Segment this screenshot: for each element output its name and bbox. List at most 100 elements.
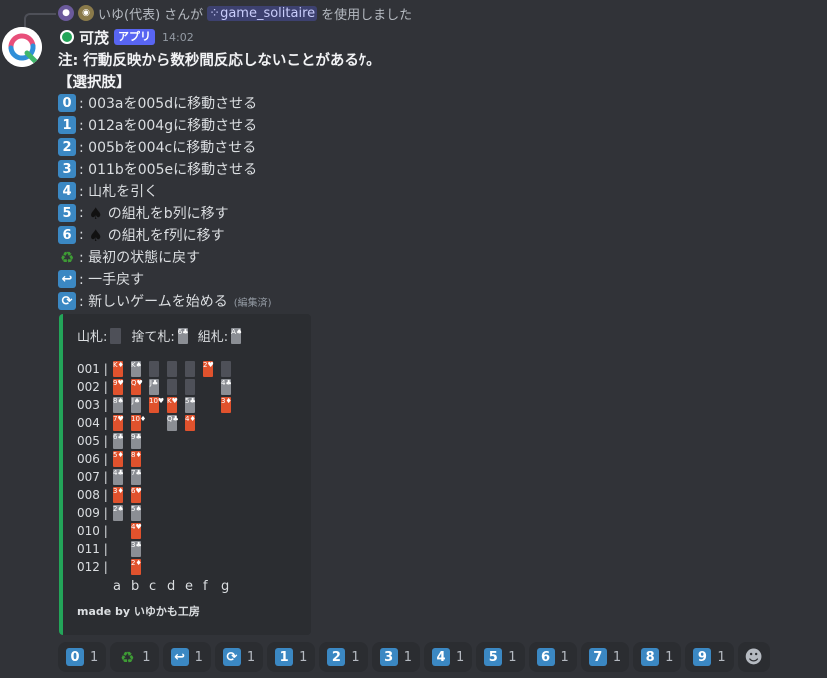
row-label: 009 | xyxy=(77,506,108,520)
row-label: 007 | xyxy=(77,470,108,484)
option-line: 0: 003aを005dに移動させる xyxy=(58,92,381,114)
timestamp[interactable]: 14:02 xyxy=(162,31,194,44)
undo-icon: ↩ xyxy=(170,648,189,666)
reply-reference[interactable]: ● ◉ いゆ(代表) さんが ⁘game_solitaire を使用しました xyxy=(58,4,413,23)
row-label: 003 | xyxy=(77,398,108,412)
options-list: 0: 003aを005dに移動させる 1: 012aを004gに移動させる 2: 0… xyxy=(58,92,381,246)
stock-label: 山札: xyxy=(77,330,108,345)
extra-options-list: ♻: 最初の状態に戻す ↩: 一手戻す ⟳: 新しいゲームを始める (編集済) xyxy=(58,246,381,312)
app-command-icon: ⁘ xyxy=(209,5,221,21)
tableau-card: 3♣ xyxy=(131,541,142,557)
extra-option-text: : 一手戻す xyxy=(79,272,145,288)
reaction-button[interactable]: ♻ 1 xyxy=(110,642,159,672)
option-text: : 005bを004cに移動させる xyxy=(79,140,257,156)
keycap-5-icon: 5 xyxy=(484,648,503,666)
keycap-1-icon: 1 xyxy=(58,116,76,134)
online-status-icon xyxy=(60,30,74,44)
note-line: 注: 行動反映から数秒間反応しないことがあるｹ。 xyxy=(58,48,381,70)
reply-text-end: を使用しました xyxy=(321,7,413,23)
reply-text-mid: さんが xyxy=(164,7,204,23)
tableau-card: 8♠ xyxy=(113,397,124,413)
note-text: 注: 行動反映から数秒間反応しないことがあるｹ。 xyxy=(58,52,381,69)
add-reaction-button[interactable]: ☻ xyxy=(737,642,770,672)
row-label: 004 | xyxy=(77,416,108,430)
reaction-button[interactable]: 81 xyxy=(633,642,682,672)
reaction-count: 1 xyxy=(351,649,360,665)
reaction-button[interactable]: ↩ 1 xyxy=(162,642,211,672)
tableau-card: Q♣ xyxy=(167,415,179,431)
reaction-button[interactable]: 41 xyxy=(423,642,473,672)
reaction-button[interactable]: 31 xyxy=(371,642,420,672)
extra-option-text: : 最初の状態に戻す xyxy=(79,250,201,266)
tableau-card: 4♣ xyxy=(221,379,232,395)
row-label: 006 | xyxy=(77,452,108,466)
author-avatar-logo-icon xyxy=(2,27,42,67)
keycap-6-icon: 6 xyxy=(536,648,555,666)
waste-card: 6♣ xyxy=(177,327,189,344)
add-reaction-icon: ☻ xyxy=(744,646,764,668)
embed-piles-line: 山札: 捨て札: 6♣ 組札: A♠ xyxy=(77,326,242,345)
face-down-card xyxy=(185,379,195,395)
keycap-0-icon: 0 xyxy=(58,94,76,112)
replied-user-avatar[interactable]: ● xyxy=(58,5,74,21)
tableau-card: 9♣ xyxy=(131,433,142,449)
column-label: b xyxy=(131,579,140,594)
option-prefix: : xyxy=(79,205,84,221)
reaction-count: 1 xyxy=(142,649,151,665)
reaction-count: 1 xyxy=(508,649,517,665)
row-label: 011 | xyxy=(77,542,108,556)
extra-option-text: : 新しいゲームを始める xyxy=(79,294,228,310)
face-down-card xyxy=(167,361,177,377)
app-badge: アプリ xyxy=(114,29,156,45)
embed-footer: made by いゆかも工房 xyxy=(77,605,200,618)
tableau-card: 7♣ xyxy=(131,469,142,485)
option-line: 4: 山札を引く xyxy=(58,180,381,202)
reaction-button[interactable]: 11 xyxy=(267,642,316,672)
tableau-card: 5♣ xyxy=(185,397,196,413)
waste-label: 捨て札: xyxy=(131,330,175,345)
message-header: 可茂 アプリ 14:02 xyxy=(60,26,194,48)
row-label: 002 | xyxy=(77,380,108,394)
tableau-card: 2♥ xyxy=(203,361,214,377)
reaction-button[interactable]: 01 xyxy=(58,642,107,672)
reaction-button[interactable]: 21 xyxy=(319,642,368,672)
keycap-2-icon: 2 xyxy=(327,648,346,666)
tableau-card: 4♥ xyxy=(131,523,142,539)
option-line: 2: 005bを004cに移動させる xyxy=(58,136,381,158)
extra-option-line: ♻: 最初の状態に戻す xyxy=(58,246,381,268)
undo-icon: ↩ xyxy=(58,270,76,288)
edited-label: (編集済) xyxy=(233,297,272,309)
keycap-5-icon: 5 xyxy=(58,204,76,222)
option-text: の組札をf列に移す xyxy=(107,228,225,244)
option-line: 1: 012aを004gに移動させる xyxy=(58,114,381,136)
reaction-bar: 0 1 ♻ 1 ↩ 1 ⟳ 1 1 1 2 1 3 1 4 1 5 1 6 1 7 1 8 1 9 1 ☻ xyxy=(58,642,770,672)
reaction-count: 1 xyxy=(717,649,726,665)
face-down-card xyxy=(185,361,195,377)
reaction-count: 1 xyxy=(299,649,308,665)
slash-command-link[interactable]: ⁘game_solitaire xyxy=(207,5,318,21)
column-label: f xyxy=(203,579,208,594)
face-down-card xyxy=(221,361,231,377)
column-label: d xyxy=(167,579,176,594)
reaction-count: 1 xyxy=(612,649,622,665)
reaction-count: 1 xyxy=(455,649,465,665)
choices-header-line: 【選択肢】 xyxy=(58,70,381,92)
replied-user-name[interactable]: いゆ(代表) xyxy=(98,4,160,23)
reaction-button[interactable]: 71 xyxy=(580,642,630,672)
author-avatar[interactable] xyxy=(2,27,42,67)
option-prefix: : xyxy=(79,227,84,243)
reaction-button[interactable]: 61 xyxy=(528,642,577,672)
reaction-button[interactable]: ⟳ 1 xyxy=(214,642,264,672)
tableau-card: K♥ xyxy=(167,397,178,413)
reaction-button[interactable]: 51 xyxy=(476,642,525,672)
author-name[interactable]: 可茂 xyxy=(79,27,109,48)
tableau-card: 3♦ xyxy=(113,487,124,503)
reaction-count: 1 xyxy=(560,649,569,665)
reaction-button[interactable]: 91 xyxy=(685,642,734,672)
spade-icon: ♠ xyxy=(88,225,103,245)
option-text: : 011bを005eに移動させる xyxy=(79,162,258,178)
keycap-3-icon: 3 xyxy=(379,648,398,666)
tableau-card: J♣ xyxy=(149,379,159,395)
tableau-card: 5♦ xyxy=(113,451,124,467)
keycap-2-icon: 2 xyxy=(58,138,76,156)
